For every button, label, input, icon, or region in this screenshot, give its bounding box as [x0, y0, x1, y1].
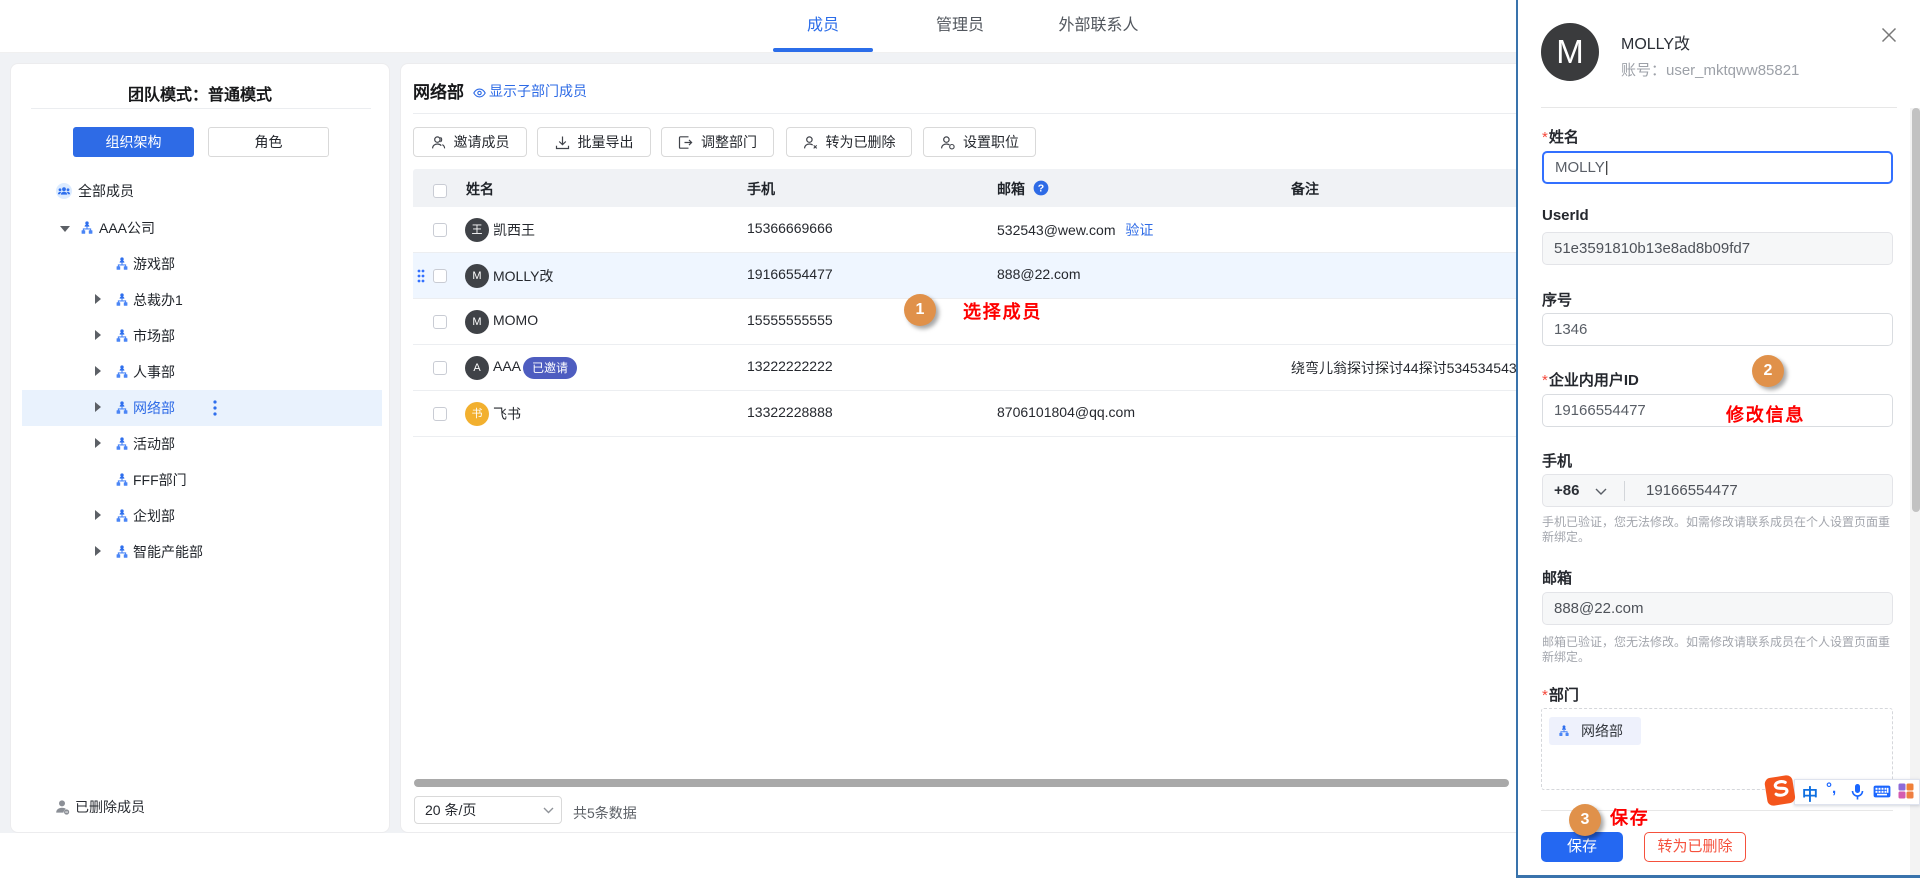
- svg-text:?: ?: [1038, 183, 1044, 195]
